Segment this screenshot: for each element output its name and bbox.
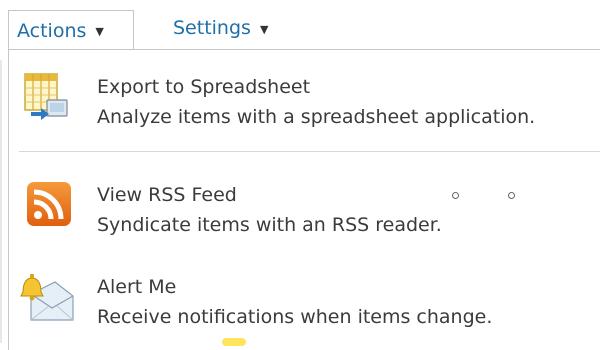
alert-bell-icon	[19, 270, 75, 326]
settings-menu-button[interactable]: Settings ▼	[173, 12, 268, 44]
chevron-down-icon: ▼	[259, 22, 269, 36]
loading-dot	[452, 192, 459, 199]
spreadsheet-export-icon	[19, 70, 75, 126]
menu-item-title: View RSS Feed	[97, 184, 237, 206]
actions-menu-button[interactable]: Actions ▼	[8, 10, 134, 50]
left-edge	[0, 60, 2, 343]
actions-dropdown-menu: Export to Spreadsheet Analyze items with…	[8, 49, 600, 350]
highlight-glow	[222, 338, 246, 346]
menu-item-view-rss-feed[interactable]: View RSS Feed Syndicate items with an RS…	[9, 168, 600, 248]
menu-item-description: Syndicate items with an RSS reader.	[97, 214, 442, 236]
menu-item-title: Export to Spreadsheet	[97, 76, 311, 98]
menu-item-description: Receive notifications when items change.	[97, 306, 493, 328]
ribbon-toolbar: Actions ▼ Settings ▼	[0, 0, 600, 50]
chevron-down-icon: ▼	[95, 25, 104, 38]
rss-icon	[19, 178, 75, 234]
loading-dot	[508, 192, 515, 199]
settings-label: Settings	[173, 17, 251, 39]
menu-separator	[19, 151, 600, 152]
menu-item-description: Analyze items with a spreadsheet applica…	[97, 106, 536, 128]
menu-item-export-to-spreadsheet[interactable]: Export to Spreadsheet Analyze items with…	[9, 60, 600, 140]
menu-item-title: Alert Me	[97, 276, 177, 298]
actions-label: Actions	[17, 19, 87, 42]
menu-item-alert-me[interactable]: Alert Me Receive notifications when item…	[9, 260, 600, 340]
